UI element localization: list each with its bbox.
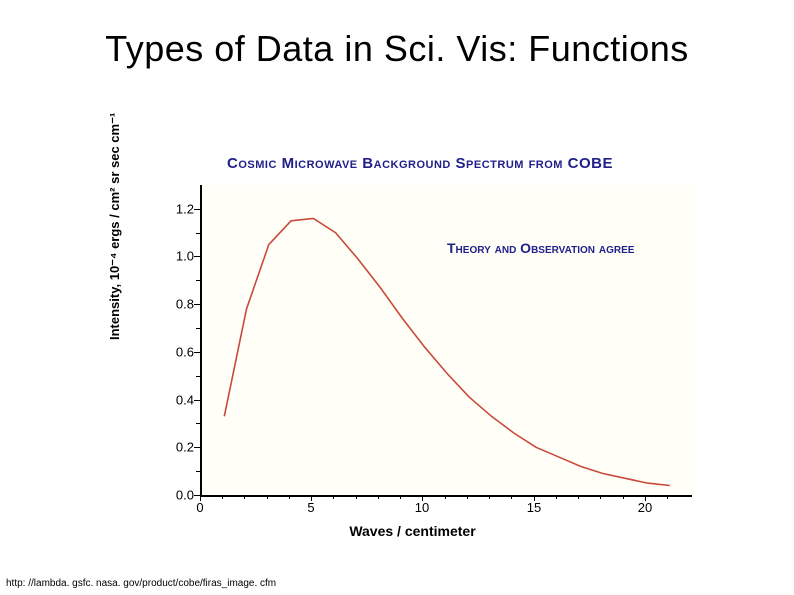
x-tick-label: 10: [415, 500, 429, 515]
chart-title: Cosmic Microwave Background Spectrum fro…: [130, 155, 710, 172]
x-tick-label: 0: [196, 500, 203, 515]
x-tick-label: 5: [307, 500, 314, 515]
y-tick-label: 1.0: [154, 249, 194, 264]
y-tick-label: 0.4: [154, 393, 194, 408]
x-tick-label: 15: [527, 500, 541, 515]
y-tick-label: 0.6: [154, 345, 194, 360]
chart-container: Cosmic Microwave Background Spectrum fro…: [130, 155, 710, 555]
y-tick-label: 0.2: [154, 440, 194, 455]
slide: Types of Data in Sci. Vis: Functions Cos…: [0, 0, 794, 595]
plot-area: Theory and Observation agree: [200, 185, 692, 497]
x-tick-label: 20: [638, 500, 652, 515]
line-series: [202, 185, 692, 495]
x-axis-label: Waves / centimeter: [130, 523, 695, 539]
y-tick-label: 0.0: [154, 488, 194, 503]
page-title: Types of Data in Sci. Vis: Functions: [0, 28, 794, 70]
source-url: http: //lambda. gsfc. nasa. gov/product/…: [6, 578, 276, 589]
y-tick-label: 1.2: [154, 202, 194, 217]
curve-path: [224, 218, 669, 485]
y-tick-label: 0.8: [154, 297, 194, 312]
y-axis-label: Intensity, 10⁻⁴ ergs / cm² sr sec cm⁻¹: [107, 113, 123, 340]
chart-annotation: Theory and Observation agree: [447, 240, 634, 256]
